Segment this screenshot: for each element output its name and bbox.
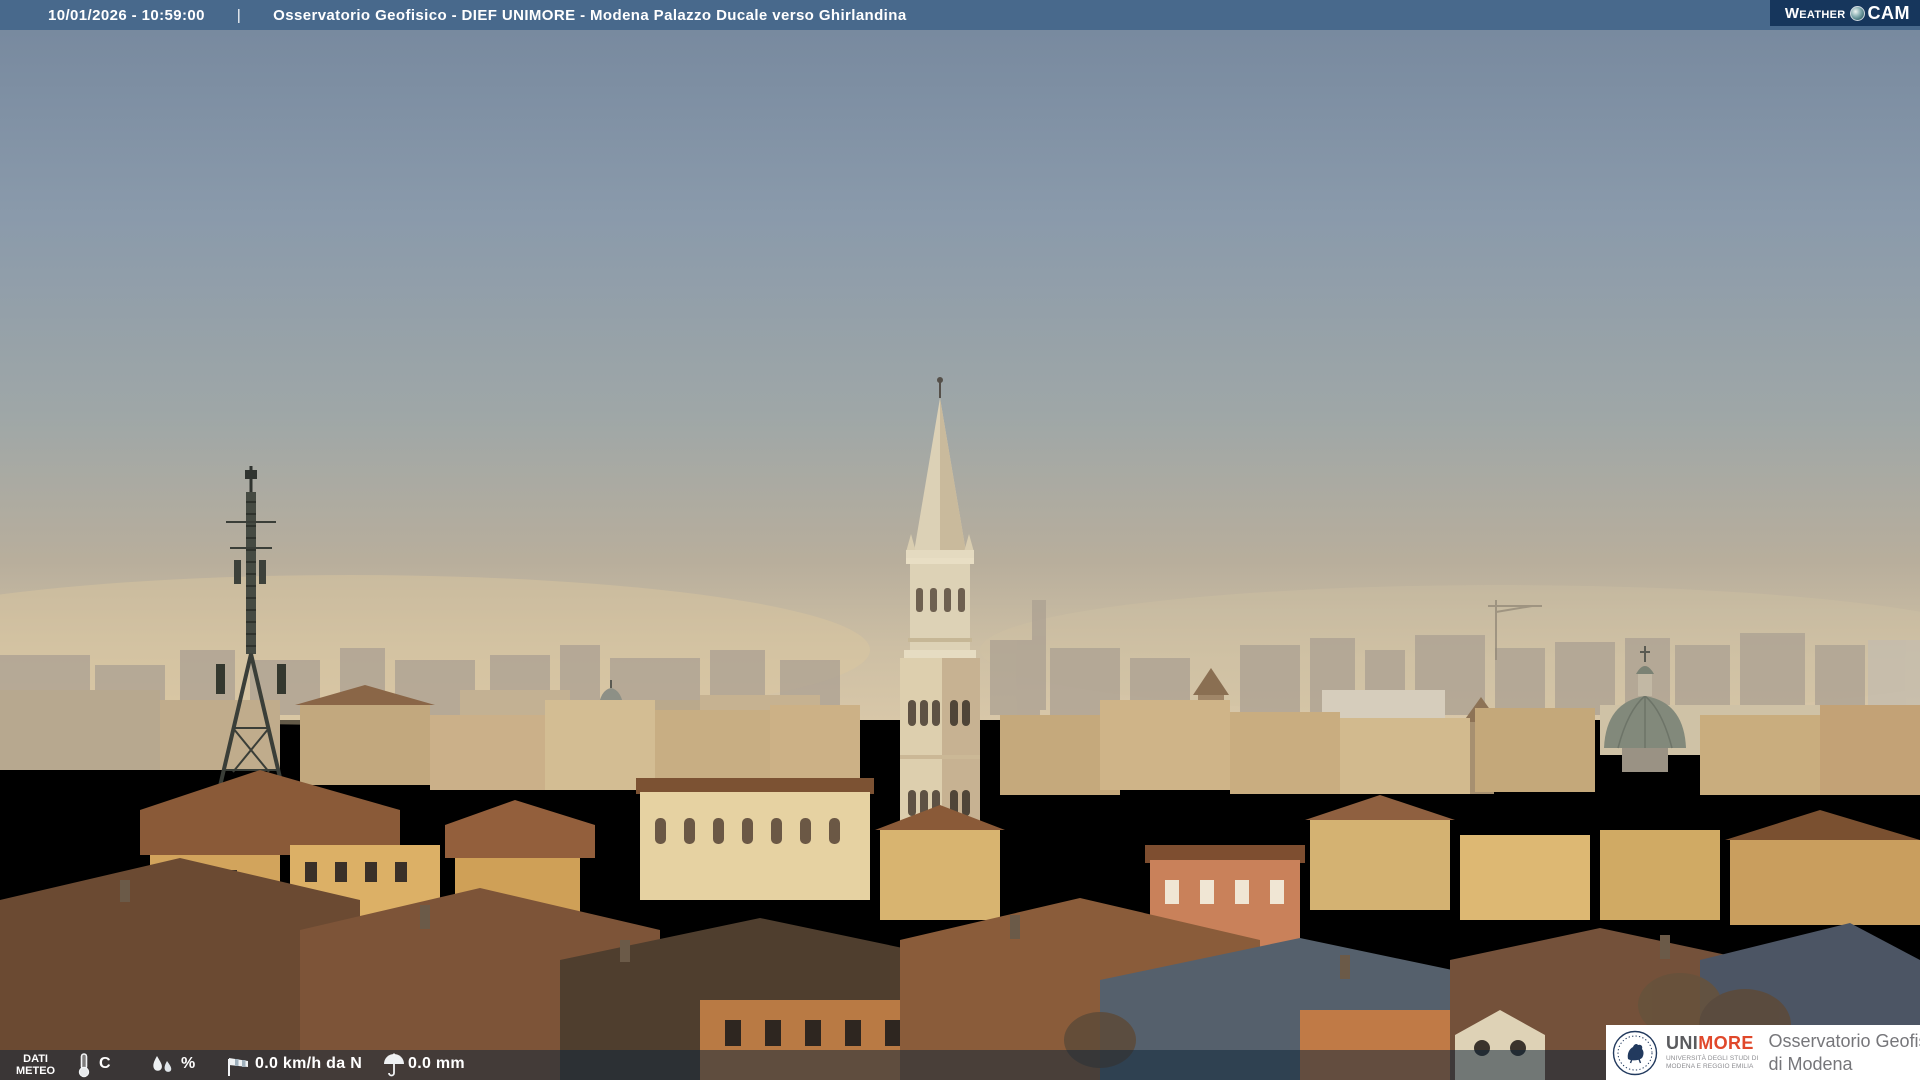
wind-value: 0.0 km/h da N xyxy=(255,1055,363,1072)
credit-box: UNIMORE UNIVERSITÀ DEGLI STUDI DI MODENA… xyxy=(1606,1025,1920,1080)
unimore-more: MORE xyxy=(1698,1033,1754,1053)
observatory-name: Osservatorio Geofisico di Modena xyxy=(1768,1030,1920,1074)
windsock-icon xyxy=(228,1058,248,1076)
rain-value: 0.0 mm xyxy=(408,1055,465,1072)
weathercam-logo: Weather CAM xyxy=(1770,0,1920,26)
timestamp: 10/01/2026 - 10:59:00 xyxy=(48,6,205,24)
humidity-value: % xyxy=(181,1055,196,1072)
thermometer-icon xyxy=(78,1053,90,1078)
camera-title: Osservatorio Geofisico - DIEF UNIMORE - … xyxy=(273,6,907,24)
unimore-wordmark: UNIMORE UNIVERSITÀ DEGLI STUDI DI MODENA… xyxy=(1666,1033,1759,1070)
globe-icon xyxy=(1849,5,1865,21)
umbrella-icon xyxy=(384,1053,404,1077)
separator: | xyxy=(236,6,242,24)
webcam-frame: 10/01/2026 - 10:59:00 | Osservatorio Geo… xyxy=(0,0,1920,1080)
temperature-value: C xyxy=(99,1055,111,1072)
weathercam-word-weather: Weather xyxy=(1784,4,1846,22)
unimore-uni: UNI xyxy=(1666,1033,1699,1053)
unimore-subtitle: UNIVERSITÀ DEGLI STUDI DI MODENA E REGGI… xyxy=(1666,1055,1759,1070)
dati-meteo-label: DATI METEO xyxy=(16,1053,56,1077)
top-info-bar: 10/01/2026 - 10:59:00 | Osservatorio Geo… xyxy=(0,0,1920,30)
city-panorama xyxy=(0,0,1920,1080)
weathercam-word-cam: CAM xyxy=(1867,2,1910,23)
humidity-icon xyxy=(153,1056,172,1072)
unimore-seal xyxy=(1612,1030,1658,1075)
